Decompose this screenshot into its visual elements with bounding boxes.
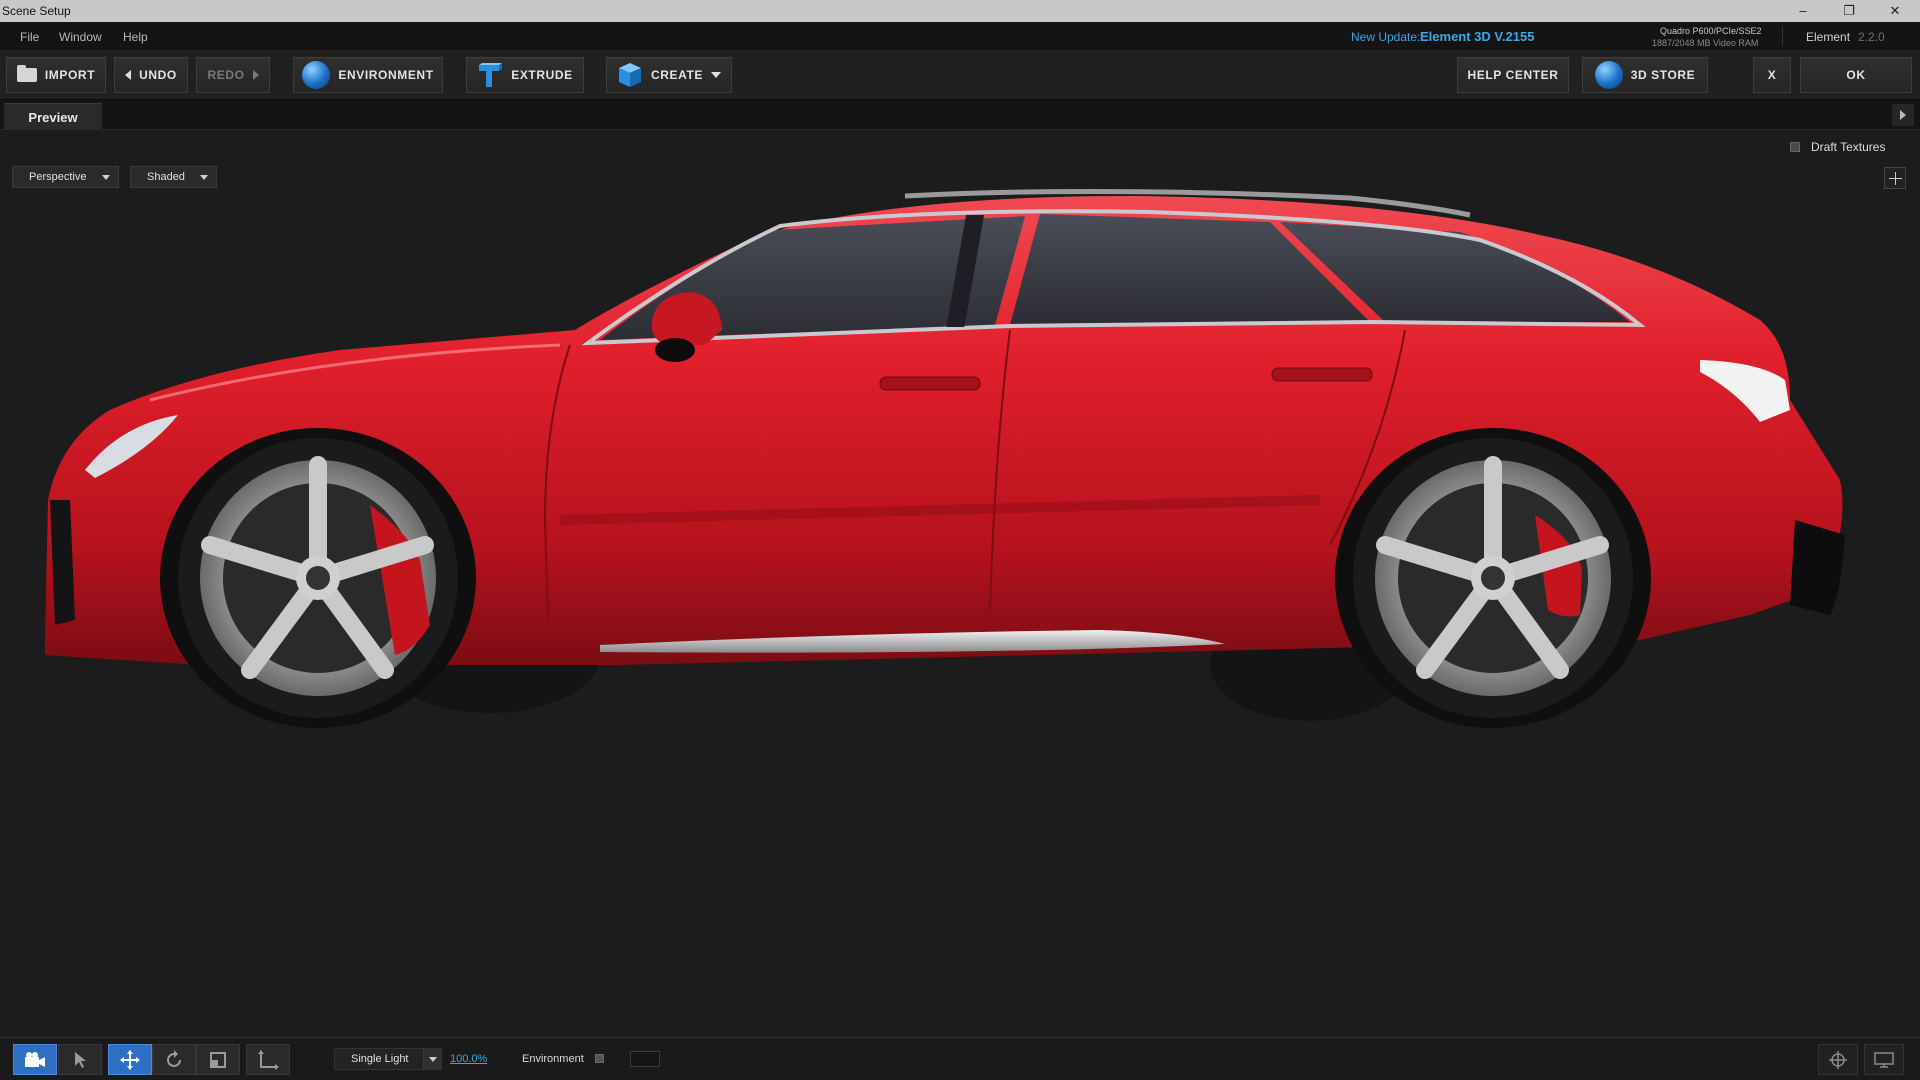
panel-expand-button[interactable] bbox=[1892, 104, 1914, 126]
rotate-icon bbox=[167, 1049, 181, 1067]
menu-help[interactable]: Help bbox=[123, 30, 148, 44]
main-toolbar: IMPORT UNDO REDO ENVIRONMENT EXTRUDE CRE… bbox=[0, 50, 1920, 100]
undo-label: UNDO bbox=[139, 68, 177, 82]
axis-tool-button[interactable] bbox=[246, 1044, 290, 1075]
import-button[interactable]: IMPORT bbox=[6, 57, 106, 93]
update-label: New Update: bbox=[1351, 30, 1421, 44]
update-link[interactable]: Element 3D V.2155 bbox=[1420, 29, 1534, 44]
minimize-button[interactable]: – bbox=[1786, 0, 1820, 22]
restore-button[interactable]: ❐ bbox=[1832, 0, 1866, 22]
ok-button[interactable]: OK bbox=[1800, 57, 1912, 93]
environment-toggle-label: Environment bbox=[522, 1053, 584, 1065]
extrude-button[interactable]: EXTRUDE bbox=[466, 57, 584, 93]
element-name: Element bbox=[1806, 30, 1851, 44]
redo-label: REDO bbox=[207, 68, 245, 82]
gpu-name: Quadro P600/PCIe/SSE2 bbox=[1660, 26, 1762, 36]
bottom-toolbar: Single Light 100.0% Environment bbox=[0, 1037, 1920, 1080]
environment-label: ENVIRONMENT bbox=[338, 68, 434, 82]
camera-tool-button[interactable] bbox=[13, 1044, 57, 1075]
front-wheel bbox=[178, 438, 458, 718]
chevron-down-icon[interactable] bbox=[423, 1049, 441, 1069]
folder-icon bbox=[16, 65, 37, 82]
chevron-right-icon bbox=[1900, 110, 1906, 120]
car-model[interactable] bbox=[0, 131, 1920, 1037]
environment-color-swatch[interactable] bbox=[630, 1051, 660, 1067]
create-button[interactable]: CREATE bbox=[606, 57, 732, 93]
close-window-button[interactable]: ✕ bbox=[1878, 0, 1912, 22]
rear-diffuser bbox=[1790, 520, 1845, 615]
light-intensity-link[interactable]: 100.0% bbox=[450, 1053, 487, 1065]
scale-icon bbox=[210, 1051, 226, 1068]
rotate-tool-button[interactable] bbox=[152, 1044, 196, 1075]
undo-arrow-icon bbox=[125, 70, 132, 80]
store-button[interactable]: 3D STORE bbox=[1582, 57, 1708, 93]
gpu-ram: 1887/2048 MB Video RAM bbox=[1652, 38, 1759, 48]
cancel-label: X bbox=[1767, 68, 1777, 82]
store-globe-icon bbox=[1594, 61, 1623, 89]
axis-icon bbox=[258, 1049, 279, 1070]
extrude-t-icon bbox=[479, 63, 503, 87]
select-tool-button[interactable] bbox=[58, 1044, 102, 1075]
cube-icon bbox=[618, 63, 641, 87]
title-bar: Scene Setup – ❐ ✕ bbox=[0, 0, 1920, 22]
monitor-button[interactable] bbox=[1864, 1044, 1904, 1075]
menu-file[interactable]: File bbox=[20, 30, 39, 44]
undo-button[interactable]: UNDO bbox=[114, 57, 188, 93]
element-version: 2.2.0 bbox=[1858, 30, 1885, 44]
help-center-button[interactable]: HELP CENTER bbox=[1457, 57, 1569, 93]
menu-window[interactable]: Window bbox=[59, 30, 102, 44]
cancel-button[interactable]: X bbox=[1753, 57, 1791, 93]
tab-preview[interactable]: Preview bbox=[4, 103, 102, 130]
import-label: IMPORT bbox=[44, 68, 96, 82]
scale-tool-button[interactable] bbox=[196, 1044, 240, 1075]
globe-icon bbox=[302, 61, 331, 89]
extrude-label: EXTRUDE bbox=[511, 68, 573, 82]
preview-viewport[interactable]: Draft Textures Perspective Shaded bbox=[0, 131, 1920, 1037]
target-button[interactable] bbox=[1818, 1044, 1858, 1075]
redo-arrow-icon bbox=[252, 70, 259, 80]
move-tool-button[interactable] bbox=[108, 1044, 152, 1075]
camera-icon bbox=[25, 1051, 45, 1067]
mirror-base bbox=[655, 338, 695, 362]
redo-button[interactable]: REDO bbox=[196, 57, 270, 93]
crosshair-icon bbox=[1829, 1050, 1847, 1069]
front-door-handle bbox=[879, 376, 981, 391]
move-icon bbox=[120, 1049, 140, 1070]
monitor-icon bbox=[1874, 1051, 1894, 1068]
ok-label: OK bbox=[1846, 68, 1866, 82]
store-label: 3D STORE bbox=[1630, 68, 1696, 82]
environment-checkbox[interactable] bbox=[595, 1054, 604, 1063]
help-center-label: HELP CENTER bbox=[1467, 68, 1559, 82]
panel-tabbar: Preview bbox=[0, 100, 1920, 130]
lighting-dropdown[interactable]: Single Light bbox=[334, 1048, 442, 1070]
menu-divider bbox=[1782, 26, 1783, 46]
environment-button[interactable]: ENVIRONMENT bbox=[293, 57, 443, 93]
rear-door-handle bbox=[1271, 367, 1373, 382]
rear-wheel bbox=[1353, 438, 1633, 718]
create-label: CREATE bbox=[650, 68, 704, 82]
lighting-value: Single Light bbox=[351, 1053, 409, 1065]
select-arrow-icon bbox=[75, 1051, 86, 1068]
chevron-down-icon bbox=[711, 72, 722, 78]
window-title: Scene Setup bbox=[2, 4, 71, 18]
menu-bar: File Window Help New Update: Element 3D … bbox=[0, 22, 1920, 50]
